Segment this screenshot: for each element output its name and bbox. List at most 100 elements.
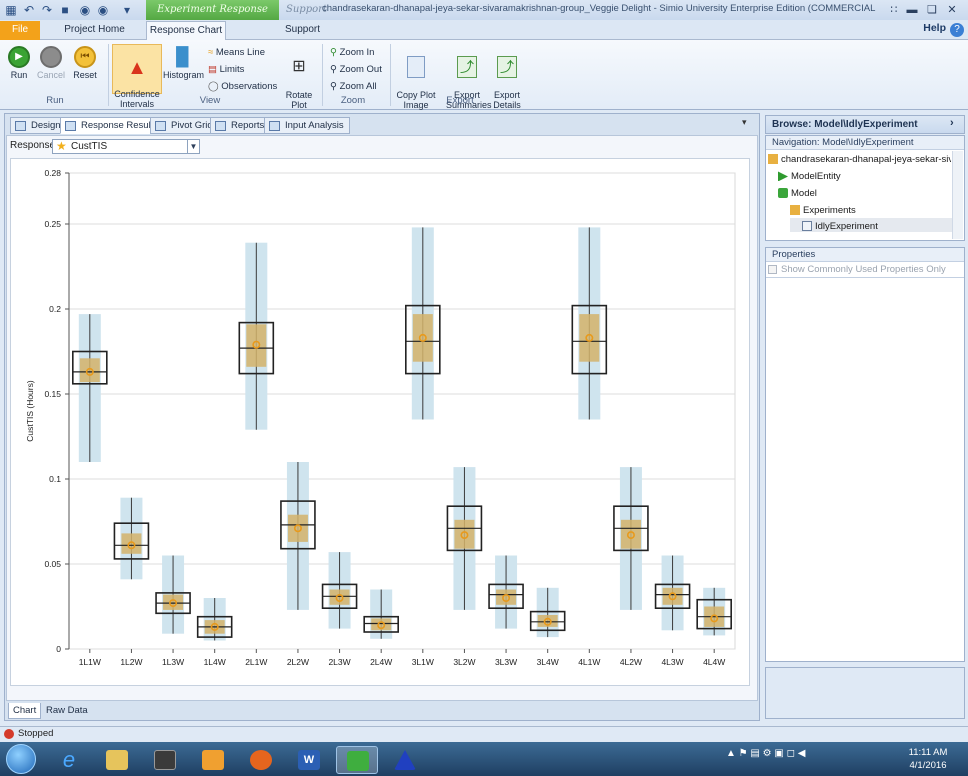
y-tick-label: 0.1 (49, 474, 61, 484)
common-properties-checkbox[interactable] (768, 265, 777, 274)
taskbar-word[interactable]: W (288, 746, 330, 774)
tree-item-modelentity[interactable]: ModelEntity (778, 171, 841, 182)
tab-raw-data[interactable]: Raw Data (42, 703, 92, 719)
stop-quick-icon[interactable]: ◉ (96, 3, 110, 17)
help-icon[interactable]: ? (950, 23, 964, 37)
close-button[interactable]: ✕ (944, 2, 960, 18)
group-run-label: Run (46, 95, 64, 106)
x-tick-label: 4L3W (661, 657, 683, 667)
zoom-all-button[interactable]: ⚲ Zoom All (330, 81, 377, 93)
tab-reports[interactable]: Reports (210, 117, 271, 134)
tree-item-model[interactable]: Model (778, 188, 817, 199)
minimize-button[interactable]: ▬ (904, 2, 920, 18)
reset-label: Reset (73, 70, 97, 80)
clock-date[interactable]: 4/1/2016 (904, 760, 952, 771)
copy-image-icon (407, 56, 425, 78)
start-button[interactable] (6, 744, 36, 774)
run-button[interactable]: ▶ Run (6, 46, 32, 80)
maximize-button[interactable]: ❏ (924, 2, 940, 18)
copy-plot-image-button[interactable]: Copy Plot Image (396, 46, 436, 110)
tab-pivot-grid[interactable]: Pivot Grid (150, 117, 219, 134)
means-line-button[interactable]: ≈ Means Line (208, 47, 265, 59)
reset-button[interactable]: ⏮ Reset (70, 46, 100, 80)
x-tick-label: 4L4W (703, 657, 725, 667)
chevron-down-icon[interactable]: ▼ (187, 140, 199, 153)
tab-file[interactable]: File (0, 21, 40, 40)
restore-small-icon[interactable]: ∷ (886, 2, 902, 18)
limits-button[interactable]: ▤ Limits (208, 64, 244, 76)
chevron-right-icon[interactable]: › (950, 117, 954, 129)
save-icon[interactable]: ■ (58, 3, 72, 17)
observations-icon: ◯ (208, 81, 219, 92)
tab-project-home[interactable]: Project Home (52, 21, 137, 40)
histogram-label: Histogram (163, 70, 205, 80)
tab-support[interactable]: Support (280, 21, 325, 40)
tab-response-results[interactable]: Response Results (60, 117, 165, 134)
taskbar-ie[interactable]: e (48, 746, 90, 774)
taskbar-simio[interactable] (336, 746, 378, 774)
y-tick-label: 0.28 (44, 168, 61, 178)
zoom-in-label: Zoom In (339, 47, 375, 58)
tree-item-experiments[interactable]: Experiments (790, 205, 856, 216)
y-tick-label: 0.15 (44, 389, 61, 399)
system-tray[interactable]: ▲ ⚑ ▤ ⚙ ▣ ◻ ◀ (726, 748, 805, 759)
response-chart[interactable]: 0 0.05 0.1 0.15 0.2 0.25 0.28 CustTIS (Hours) 1L… (10, 158, 750, 686)
experiment-icon (802, 221, 812, 232)
run-quick-icon[interactable]: ◉ (78, 3, 92, 17)
mean-ci-box (620, 519, 641, 549)
tab-input-analysis-label: Input Analysis (285, 120, 344, 131)
clock-time[interactable]: 11:11 AM (904, 747, 952, 758)
tab-pivot-grid-label: Pivot Grid (171, 120, 213, 131)
tree-item-modelentity-label: ModelEntity (791, 171, 841, 182)
word-icon: W (298, 750, 320, 770)
zoom-out-button[interactable]: ⚲ Zoom Out (330, 64, 382, 76)
tree-item-idlyexperiment[interactable]: IdlyExperiment (802, 221, 878, 232)
help-label[interactable]: Help (923, 22, 946, 34)
observations-button[interactable]: ◯ Observations (208, 81, 277, 93)
histogram-icon: ▉ (176, 47, 190, 67)
observations-label: Observations (221, 81, 278, 92)
tab-input-analysis[interactable]: Input Analysis (264, 117, 350, 134)
taskbar-outlook[interactable] (192, 746, 234, 774)
confidence-intervals-button[interactable]: ▲ Confidence Intervals (112, 44, 162, 109)
tab-chart[interactable]: Chart (8, 703, 42, 719)
navigation-scrollbar[interactable] (952, 151, 963, 239)
export-details-label: Export Details (493, 90, 521, 110)
taskbar-media[interactable] (144, 746, 186, 774)
zoom-in-button[interactable]: ⚲ Zoom In (330, 47, 374, 59)
redo-icon[interactable]: ↷ (40, 3, 54, 17)
pivot-grid-icon (155, 121, 166, 131)
taskbar-explorer[interactable] (96, 746, 138, 774)
zoom-all-label: Zoom All (339, 81, 377, 92)
common-properties-label: Show Commonly Used Properties Only (781, 264, 946, 275)
folder-icon (790, 205, 800, 216)
rotate-label: Rotate Plot (285, 90, 313, 110)
taskbar-firefox[interactable] (240, 746, 282, 774)
tab-response-chart[interactable]: Response Chart (146, 21, 226, 41)
mean-ci-box (287, 514, 308, 542)
x-tick-label: 2L2W (287, 657, 309, 667)
histogram-button[interactable]: ▉ Histogram (163, 46, 205, 80)
app-icon[interactable]: ▦ (4, 3, 18, 17)
response-label: Response: (10, 140, 58, 151)
internet-explorer-icon: e (62, 747, 76, 772)
cancel-button[interactable]: Cancel (36, 46, 66, 80)
tab-design[interactable]: Design (10, 117, 67, 134)
customize-quick-access-icon[interactable]: ▾ (120, 3, 134, 17)
undo-icon[interactable]: ↶ (22, 3, 36, 17)
x-tick-label: 4L2W (620, 657, 642, 667)
mean-ci-box (246, 324, 267, 367)
ribbon-separator (108, 44, 109, 106)
means-line-label: Means Line (215, 47, 265, 58)
window-title: chandrasekaran-dhanapal-jeya-sekar-sivar… (322, 3, 877, 14)
taskbar-matlab[interactable] (384, 746, 426, 774)
tree-item-project[interactable]: chandrasekaran-dhanapal-jeya-sekar-sivar… (768, 154, 951, 165)
rotate-plot-button[interactable]: ⊞ Rotate Plot (282, 46, 316, 110)
design-icon (15, 121, 26, 131)
export-details-button[interactable]: ⤴ Export Details (490, 46, 524, 110)
x-tick-label: 2L3W (328, 657, 350, 667)
properties-pane (765, 247, 965, 662)
reset-icon: ⏮ (74, 46, 96, 68)
doc-tabs-dropdown-icon[interactable]: ▾ (742, 117, 747, 128)
response-select[interactable]: CustTIS (52, 139, 200, 154)
